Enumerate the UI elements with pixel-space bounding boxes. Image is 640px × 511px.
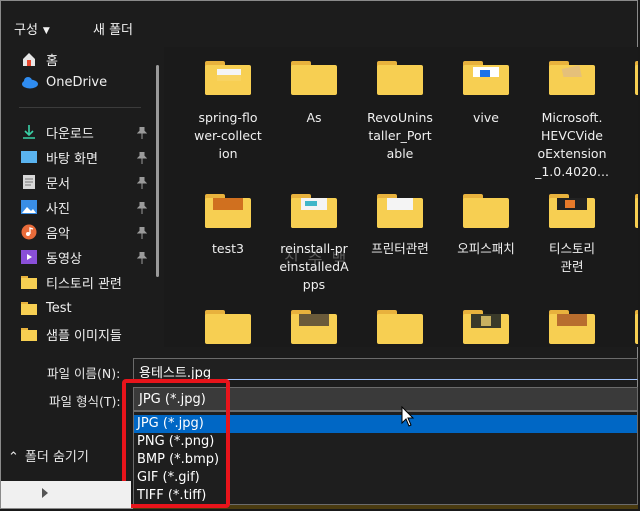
- pin-icon: [137, 227, 147, 239]
- scroll-right-icon[interactable]: [42, 488, 48, 498]
- folder-icon: [463, 59, 509, 95]
- divider: [19, 107, 141, 108]
- pin-icon: [137, 202, 147, 214]
- folder-item[interactable]: [508, 302, 595, 347]
- folder-item[interactable]: 티스토리 관련: [508, 182, 595, 297]
- folder-item[interactable]: [336, 302, 423, 347]
- folder-icon: [291, 192, 337, 228]
- filename-input[interactable]: 용테스트.jpg: [133, 358, 638, 381]
- sidebar-item-label: 홈: [46, 53, 58, 69]
- sidebar-item-label: OneDrive: [46, 74, 108, 90]
- watermark: 진 주 백: [284, 249, 349, 268]
- new-folder-button[interactable]: 새 폴더: [93, 19, 133, 38]
- organize-button[interactable]: 구성 ▼: [14, 19, 50, 38]
- filename-label: 파일 이름(N):: [47, 366, 121, 381]
- chevron-down-icon: ▼: [42, 26, 50, 36]
- folder-icon: [205, 192, 251, 228]
- sidebar-item-label: Test: [46, 300, 72, 316]
- sidebar-item-label: 샘플 이미지들: [46, 328, 122, 344]
- sidebar-item-desktop[interactable]: 바탕 화면: [21, 146, 98, 168]
- sidebar-item-label: 음악: [46, 226, 70, 242]
- hide-folders-label: 폴더 숨기기: [24, 450, 89, 465]
- sidebar-item-label: 문서: [46, 176, 70, 192]
- folder-icon: [21, 326, 37, 342]
- sidebar-item-label: 티스토리 관련: [46, 276, 122, 292]
- folder-icon: [377, 192, 423, 228]
- sidebar-item-videos[interactable]: 동영상: [21, 246, 82, 268]
- folder-item[interactable]: [250, 302, 337, 347]
- pin-icon: [137, 177, 147, 189]
- folder-icon: [291, 308, 337, 344]
- sidebar-item-tistory[interactable]: 티스토리 관련: [21, 271, 122, 293]
- desktop-icon: [21, 149, 37, 165]
- filetype-label: 파일 형식(T):: [49, 394, 121, 409]
- folder-item[interactable]: As: [250, 47, 337, 172]
- sidebar-item-label: 사진: [46, 201, 70, 217]
- folder-item[interactable]: 오피스패치: [422, 182, 515, 297]
- folder-item[interactable]: test3: [164, 182, 251, 297]
- folder-icon: [463, 192, 509, 228]
- folder-icon: [21, 300, 37, 316]
- folder-item[interactable]: [594, 302, 638, 347]
- horizontal-scrollbar[interactable]: [1, 481, 131, 508]
- folder-item[interactable]: 0: [594, 182, 638, 297]
- folder-icon: [635, 308, 638, 344]
- folder-item[interactable]: reinstall-pr einstalledA pps: [250, 182, 349, 297]
- folder-icon: [635, 59, 638, 95]
- folder-item[interactable]: vive: [422, 47, 509, 172]
- folder-name: Paiveta: [615, 109, 638, 181]
- sidebar-item-documents[interactable]: 문서: [21, 171, 70, 193]
- picture-icon: [21, 199, 37, 215]
- mouse-cursor-icon: [401, 406, 415, 427]
- sidebar-item-sample-images[interactable]: 샘플 이미지들: [21, 323, 122, 345]
- pin-icon: [137, 252, 147, 264]
- folder-icon: [205, 308, 251, 344]
- file-list: spring-flo wer-collect ion As RevoUnins tal…: [164, 47, 638, 347]
- organize-label: 구성: [14, 23, 38, 38]
- sidebar-item-test[interactable]: Test: [21, 297, 72, 319]
- folder-icon: [463, 308, 509, 344]
- cloud-icon: [21, 74, 38, 90]
- sidebar-scrollbar[interactable]: [156, 65, 159, 277]
- sidebar-item-label: 바탕 화면: [46, 151, 98, 167]
- folder-item[interactable]: spring-flo wer-collect ion: [164, 47, 262, 172]
- folder-name: 0: [615, 240, 638, 258]
- toolbar: 구성 ▼ 새 폴더: [1, 1, 637, 47]
- chevron-up-icon: ⌃: [8, 450, 19, 465]
- folder-icon: [377, 59, 423, 95]
- folder-icon: [21, 274, 37, 290]
- folder-icon: [549, 192, 595, 228]
- folder-item[interactable]: [164, 302, 251, 347]
- sidebar-item-home[interactable]: 홈: [21, 48, 58, 70]
- download-icon: [21, 124, 37, 140]
- pin-icon: [137, 127, 147, 139]
- music-icon: [21, 224, 37, 240]
- sidebar-item-label: 동영상: [46, 251, 82, 267]
- folder-item[interactable]: RevoUnins taller_Port able: [336, 47, 433, 172]
- folder-item[interactable]: Paiveta: [594, 47, 638, 172]
- folder-icon: [291, 59, 337, 95]
- folder-item[interactable]: 프린터관련: [336, 182, 429, 297]
- pin-icon: [137, 152, 147, 164]
- video-icon: [21, 249, 37, 265]
- folder-icon: [549, 59, 595, 95]
- folder-icon: [377, 308, 423, 344]
- sidebar-item-pictures[interactable]: 사진: [21, 196, 70, 218]
- folder-icon: [635, 192, 638, 228]
- folder-item[interactable]: Microsoft. HEVCVide oExtension _1.0.4020...: [508, 47, 609, 179]
- sidebar-item-downloads[interactable]: 다운로드: [21, 121, 94, 143]
- folder-icon: [205, 59, 251, 95]
- home-icon: [21, 51, 37, 67]
- sidebar-item-label: 다운로드: [46, 126, 94, 142]
- hide-folders-button[interactable]: ⌃ 폴더 숨기기: [8, 446, 89, 465]
- folder-icon: [549, 308, 595, 344]
- folder-item[interactable]: [422, 302, 509, 347]
- navigation-pane: 홈 OneDrive 다운로드 바탕 화면 문서 사진 음악 동영상 티스토리 …: [1, 47, 164, 347]
- sidebar-item-onedrive[interactable]: OneDrive: [21, 71, 107, 93]
- highlight-box: [122, 379, 230, 508]
- document-icon: [21, 174, 37, 190]
- sidebar-item-music[interactable]: 음악: [21, 221, 70, 243]
